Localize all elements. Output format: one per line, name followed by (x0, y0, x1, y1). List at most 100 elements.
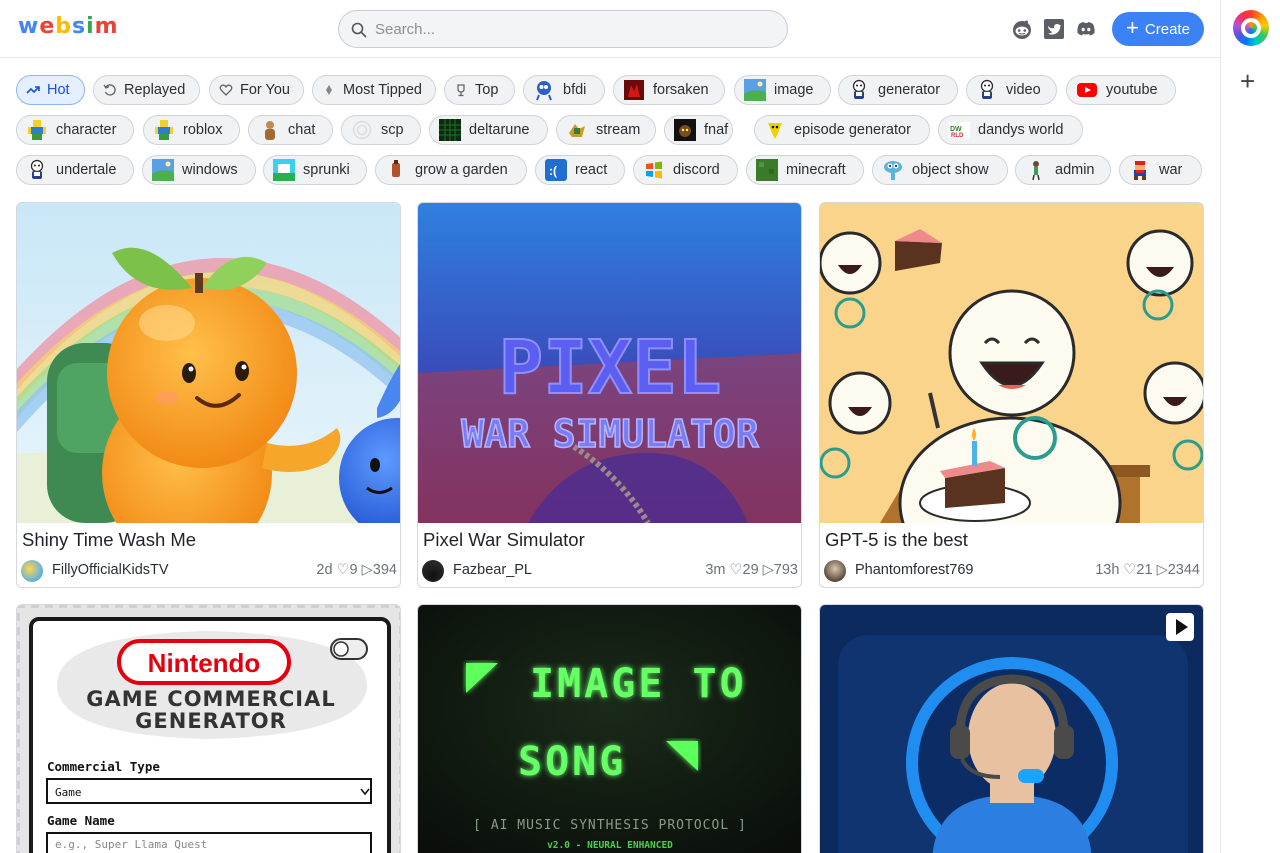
project-card[interactable]: IMAGE TO SONG [ AI MUSIC SYNTHESIS PROTO… (417, 604, 802, 853)
tag-label: roblox (183, 122, 223, 138)
trophy-icon (454, 83, 468, 97)
nintendo-logo-text: Nintendo (148, 648, 261, 678)
author-name[interactable]: Phantomforest769 (855, 562, 974, 578)
card-thumbnail[interactable] (820, 605, 1203, 853)
tag-react[interactable]: :(react (535, 155, 625, 185)
top-header: websim + Create (0, 0, 1220, 58)
twitter-icon[interactable] (1043, 18, 1065, 40)
tag-object-show[interactable]: object show (872, 155, 1008, 185)
diamond-icon (322, 83, 336, 97)
card-thumbnail[interactable]: PIXEL WAR SIMULATOR (418, 203, 801, 523)
sprunki-icon (273, 159, 295, 181)
project-card[interactable]: GPT-5 is the best Phantomforest769 13h ♡… (819, 202, 1204, 588)
song-text: SONG (518, 739, 626, 785)
tag-most-tipped[interactable]: Most Tipped (312, 75, 436, 105)
tag-label: scp (381, 122, 404, 138)
youtube-icon (1076, 79, 1098, 101)
support-agent-image (820, 605, 1203, 853)
user-avatar[interactable] (1233, 10, 1269, 46)
card-title[interactable]: Shiny Time Wash Me (22, 529, 196, 551)
tag-generator[interactable]: generator (838, 75, 958, 105)
tag-label: Most Tipped (343, 82, 422, 98)
svg-text::(: :( (549, 164, 557, 178)
mario-icon (1129, 159, 1151, 181)
tag-bfdi[interactable]: bfdi (523, 75, 605, 105)
orange-character-image (17, 203, 400, 523)
tag-character[interactable]: character (16, 115, 134, 145)
image-to-song-image: IMAGE TO SONG [ AI MUSIC SYNTHESIS PROTO… (418, 605, 801, 853)
websim-logo[interactable]: websim (18, 14, 119, 39)
discord-icon[interactable] (1075, 18, 1097, 40)
card-title[interactable]: Pixel War Simulator (423, 529, 585, 551)
tag-dandys-world[interactable]: DW RLD dandys world (938, 115, 1083, 145)
tag-episode-generator[interactable]: episode generator (754, 115, 930, 145)
project-card[interactable] (819, 604, 1204, 853)
fnaf-icon (674, 119, 696, 141)
logo-letter: w (18, 14, 40, 39)
tag-image[interactable]: image (734, 75, 831, 105)
add-icon[interactable]: + (1240, 66, 1255, 97)
tag-label: deltarune (469, 122, 530, 138)
tag-label: episode generator (794, 122, 911, 138)
tag-hot[interactable]: Hot (16, 75, 85, 105)
right-rail: + (1220, 0, 1280, 853)
tag-minecraft[interactable]: minecraft (746, 155, 864, 185)
create-button[interactable]: + Create (1112, 12, 1204, 46)
author-name[interactable]: Fazbear_PL (453, 562, 532, 578)
tag-fnaf[interactable]: fnaf (664, 115, 733, 145)
tag-chat[interactable]: chat (248, 115, 333, 145)
bfdi-icon (533, 79, 555, 101)
generator-heading-2: GENERATOR (135, 709, 287, 733)
tag-sprunki[interactable]: sprunki (263, 155, 367, 185)
sad-face-icon: :( (545, 159, 567, 181)
author-avatar[interactable] (21, 560, 43, 582)
tag-deltarune[interactable]: deltarune (429, 115, 548, 145)
card-meta: Phantomforest769 13h ♡21 ▷2344 (824, 559, 1200, 583)
search-input[interactable] (375, 19, 775, 39)
tag-for-you[interactable]: For You (209, 75, 304, 105)
card-thumbnail[interactable]: Nintendo GAME COMMERCIAL GENERATOR Comme… (17, 605, 400, 853)
author-avatar[interactable] (824, 560, 846, 582)
create-button-label: Create (1144, 20, 1190, 38)
dandys-icon: DW RLD (948, 119, 970, 141)
tag-top[interactable]: Top (444, 75, 515, 105)
project-card[interactable]: Nintendo GAME COMMERCIAL GENERATOR Comme… (16, 604, 401, 853)
tag-grow-a-garden[interactable]: grow a garden (375, 155, 527, 185)
tag-war[interactable]: war (1119, 155, 1202, 185)
author-name[interactable]: FillyOfficialKidsTV (52, 562, 169, 578)
roblox-noob-icon (26, 119, 48, 141)
tag-label: minecraft (786, 162, 846, 178)
tag-label: chat (288, 122, 316, 138)
tag-label: For You (240, 82, 290, 98)
tag-youtube[interactable]: youtube (1066, 75, 1176, 105)
heart-icon (219, 83, 233, 97)
forsaken-icon (623, 79, 645, 101)
tag-discord[interactable]: discord (633, 155, 738, 185)
tag-video[interactable]: video (966, 75, 1057, 105)
tag-scp[interactable]: scp (341, 115, 421, 145)
tag-forsaken[interactable]: forsaken (613, 75, 725, 105)
tag-stream[interactable]: stream (556, 115, 656, 145)
tag-label: video (1006, 82, 1041, 98)
search-bar[interactable] (338, 10, 788, 48)
game-name-label: Game Name (47, 813, 115, 828)
tag-undertale[interactable]: undertale (16, 155, 134, 185)
author-avatar[interactable] (422, 560, 444, 582)
tag-label: discord (673, 162, 720, 178)
card-thumbnail[interactable]: IMAGE TO SONG [ AI MUSIC SYNTHESIS PROTO… (418, 605, 801, 853)
tag-admin[interactable]: admin (1015, 155, 1111, 185)
tag-windows[interactable]: windows (142, 155, 256, 185)
sans-icon (848, 79, 870, 101)
reddit-icon[interactable] (1011, 18, 1033, 40)
project-card[interactable]: PIXEL WAR SIMULATOR Pixel War Simulator … (417, 202, 802, 588)
tag-replayed[interactable]: Replayed (93, 75, 200, 105)
tag-label: fnaf (704, 122, 729, 138)
card-thumbnail[interactable] (820, 203, 1203, 523)
tag-label: Replayed (124, 82, 186, 98)
deltarune-icon (439, 119, 461, 141)
card-title[interactable]: GPT-5 is the best (825, 529, 968, 551)
card-thumbnail[interactable] (17, 203, 400, 523)
tag-roblox[interactable]: roblox (143, 115, 240, 145)
game-name-placeholder: e.g., Super Llama Quest (55, 838, 207, 851)
project-card[interactable]: Shiny Time Wash Me FillyOfficialKidsTV 2… (16, 202, 401, 588)
